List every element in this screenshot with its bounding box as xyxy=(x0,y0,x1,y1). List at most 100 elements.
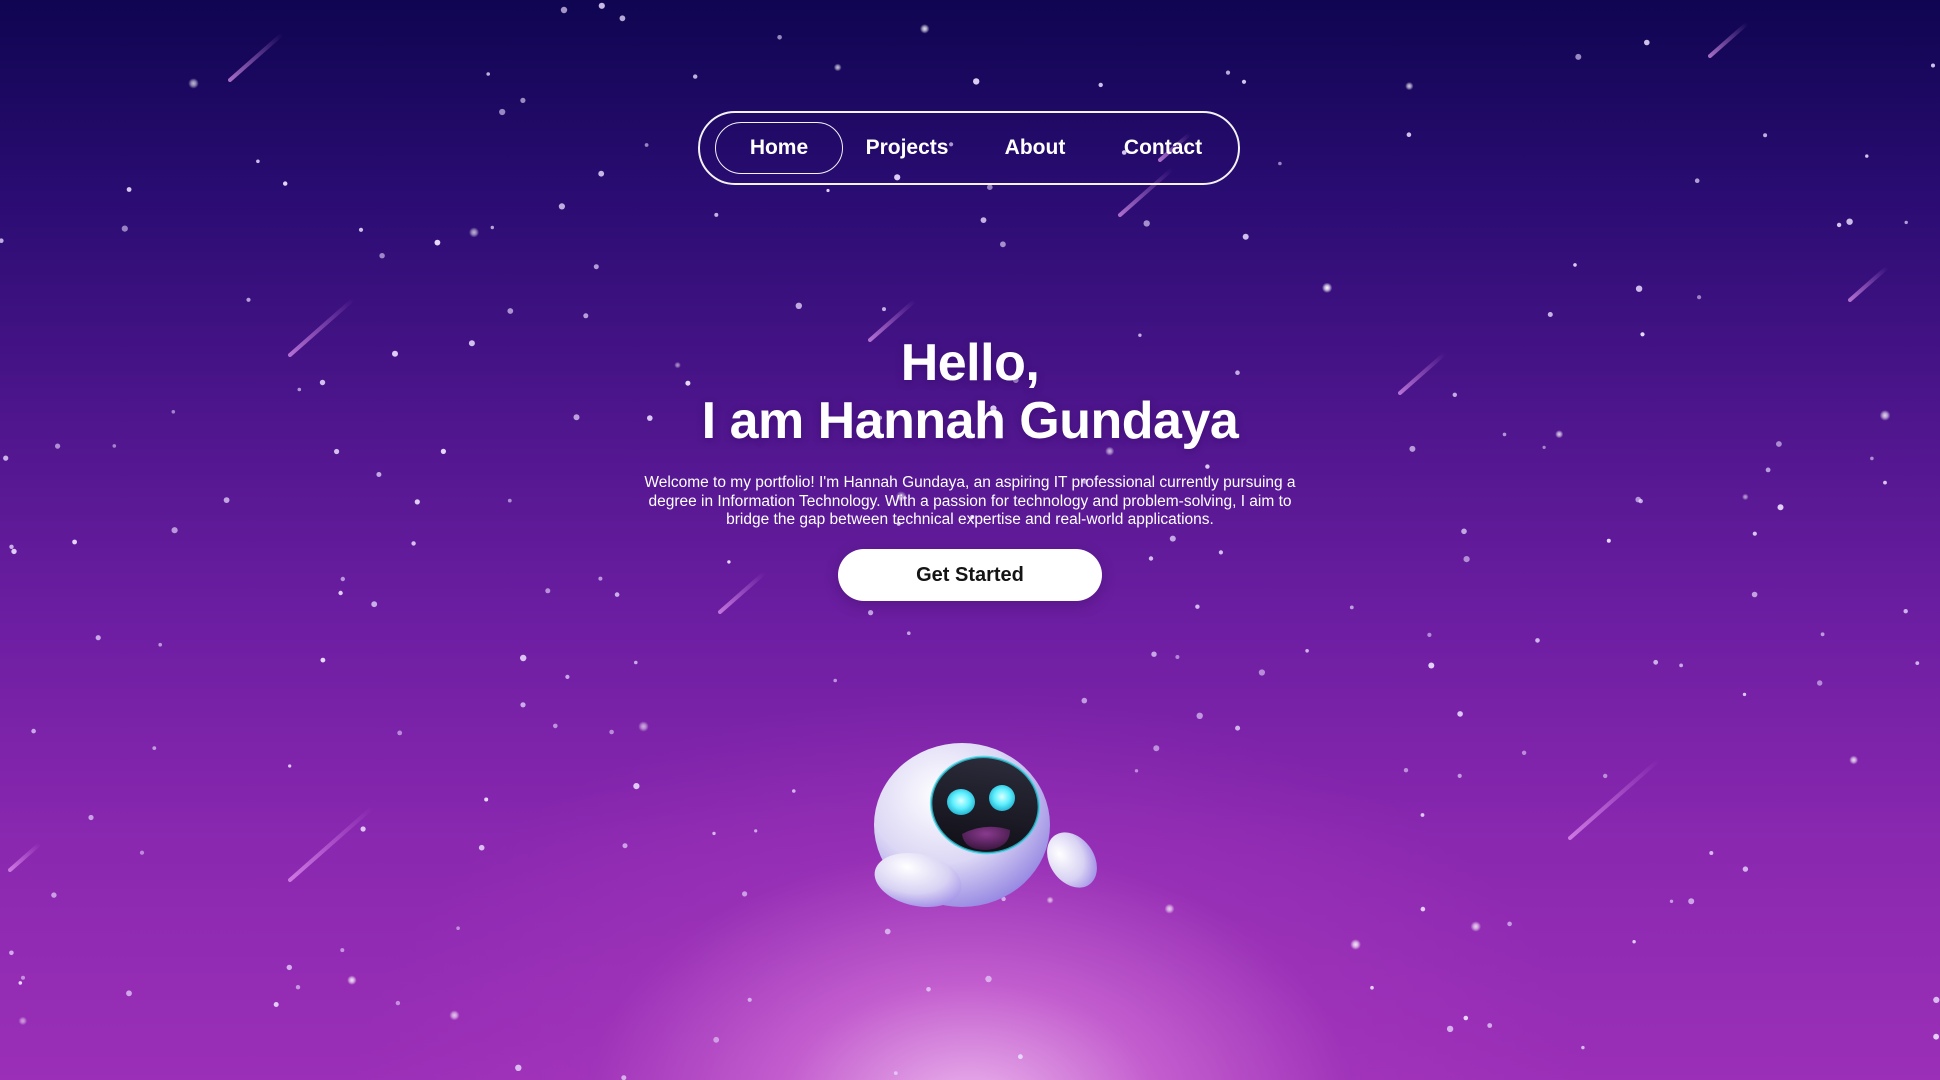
star xyxy=(1669,899,1674,903)
star xyxy=(558,203,566,210)
star xyxy=(414,499,420,505)
star xyxy=(486,72,491,76)
star xyxy=(1865,154,1869,158)
star xyxy=(338,590,343,596)
star xyxy=(565,674,570,680)
star xyxy=(188,78,199,89)
star xyxy=(468,227,480,238)
star xyxy=(411,541,416,546)
star xyxy=(598,576,603,581)
star xyxy=(1241,79,1247,84)
star xyxy=(747,997,752,1002)
star xyxy=(126,990,132,997)
star xyxy=(1305,649,1309,653)
star xyxy=(1278,161,1282,166)
meteor-streak xyxy=(1848,265,1890,302)
star xyxy=(360,826,366,832)
star xyxy=(1164,903,1175,914)
star xyxy=(456,926,460,930)
star xyxy=(1018,1054,1023,1060)
meteor-streak xyxy=(718,570,767,614)
star xyxy=(1697,295,1702,300)
meteor-streak xyxy=(288,805,375,882)
star xyxy=(273,1002,279,1007)
star xyxy=(985,975,992,983)
star xyxy=(1581,1045,1585,1050)
star xyxy=(507,308,514,314)
star xyxy=(1507,921,1512,927)
star xyxy=(926,987,931,992)
star xyxy=(1751,591,1758,598)
star xyxy=(644,143,649,147)
star xyxy=(152,746,157,750)
nav-about-link[interactable]: About xyxy=(971,122,1099,174)
star xyxy=(1836,222,1842,228)
star xyxy=(126,187,132,192)
star xyxy=(1487,1023,1493,1028)
star xyxy=(171,527,178,534)
star xyxy=(1653,659,1659,665)
star xyxy=(1575,53,1582,60)
star xyxy=(714,212,719,217)
star xyxy=(1752,531,1757,536)
star xyxy=(1195,604,1200,609)
star xyxy=(742,891,748,897)
star xyxy=(634,660,638,665)
star xyxy=(1321,282,1333,293)
star xyxy=(397,730,403,736)
star xyxy=(712,831,716,836)
star xyxy=(1403,768,1409,773)
star xyxy=(51,892,57,898)
star xyxy=(638,721,649,732)
star xyxy=(520,702,526,708)
get-started-button[interactable]: Get Started xyxy=(838,549,1102,601)
robot-mascot-icon xyxy=(874,743,1097,908)
star xyxy=(499,108,506,116)
star xyxy=(379,253,385,259)
star xyxy=(1709,851,1714,855)
star xyxy=(826,188,830,193)
star xyxy=(1573,263,1577,267)
star xyxy=(1225,70,1231,75)
star xyxy=(320,657,326,663)
nav-projects-link[interactable]: Projects xyxy=(843,122,971,174)
star xyxy=(882,307,886,312)
star xyxy=(3,455,9,461)
star xyxy=(9,950,14,956)
star xyxy=(1763,133,1768,138)
star xyxy=(754,829,758,833)
robot-left-eye xyxy=(947,789,975,815)
star xyxy=(795,302,802,309)
star xyxy=(1081,697,1088,704)
nav-home-link[interactable]: Home xyxy=(715,122,843,174)
star xyxy=(1153,745,1160,752)
star xyxy=(1463,556,1470,563)
star xyxy=(609,729,614,735)
star xyxy=(1242,233,1249,240)
star xyxy=(1463,1015,1469,1021)
star xyxy=(1635,285,1643,292)
star xyxy=(593,264,599,270)
nav-contact-link[interactable]: Contact xyxy=(1099,122,1227,174)
star xyxy=(1235,725,1241,731)
star xyxy=(1933,1033,1939,1040)
star xyxy=(777,35,782,40)
star xyxy=(893,1071,898,1075)
star xyxy=(18,1016,28,1026)
meteor-streak xyxy=(8,841,42,872)
star xyxy=(633,783,640,790)
star xyxy=(490,225,494,230)
star xyxy=(295,985,301,990)
star xyxy=(1817,680,1823,686)
star xyxy=(434,239,441,246)
star xyxy=(621,1075,627,1080)
robot-right-eye xyxy=(989,785,1015,811)
star xyxy=(1420,813,1425,817)
star xyxy=(1820,632,1825,637)
star xyxy=(9,544,14,549)
star xyxy=(256,159,260,164)
star xyxy=(1742,692,1747,697)
star xyxy=(545,588,551,594)
star xyxy=(1644,39,1650,46)
star xyxy=(1427,632,1432,638)
